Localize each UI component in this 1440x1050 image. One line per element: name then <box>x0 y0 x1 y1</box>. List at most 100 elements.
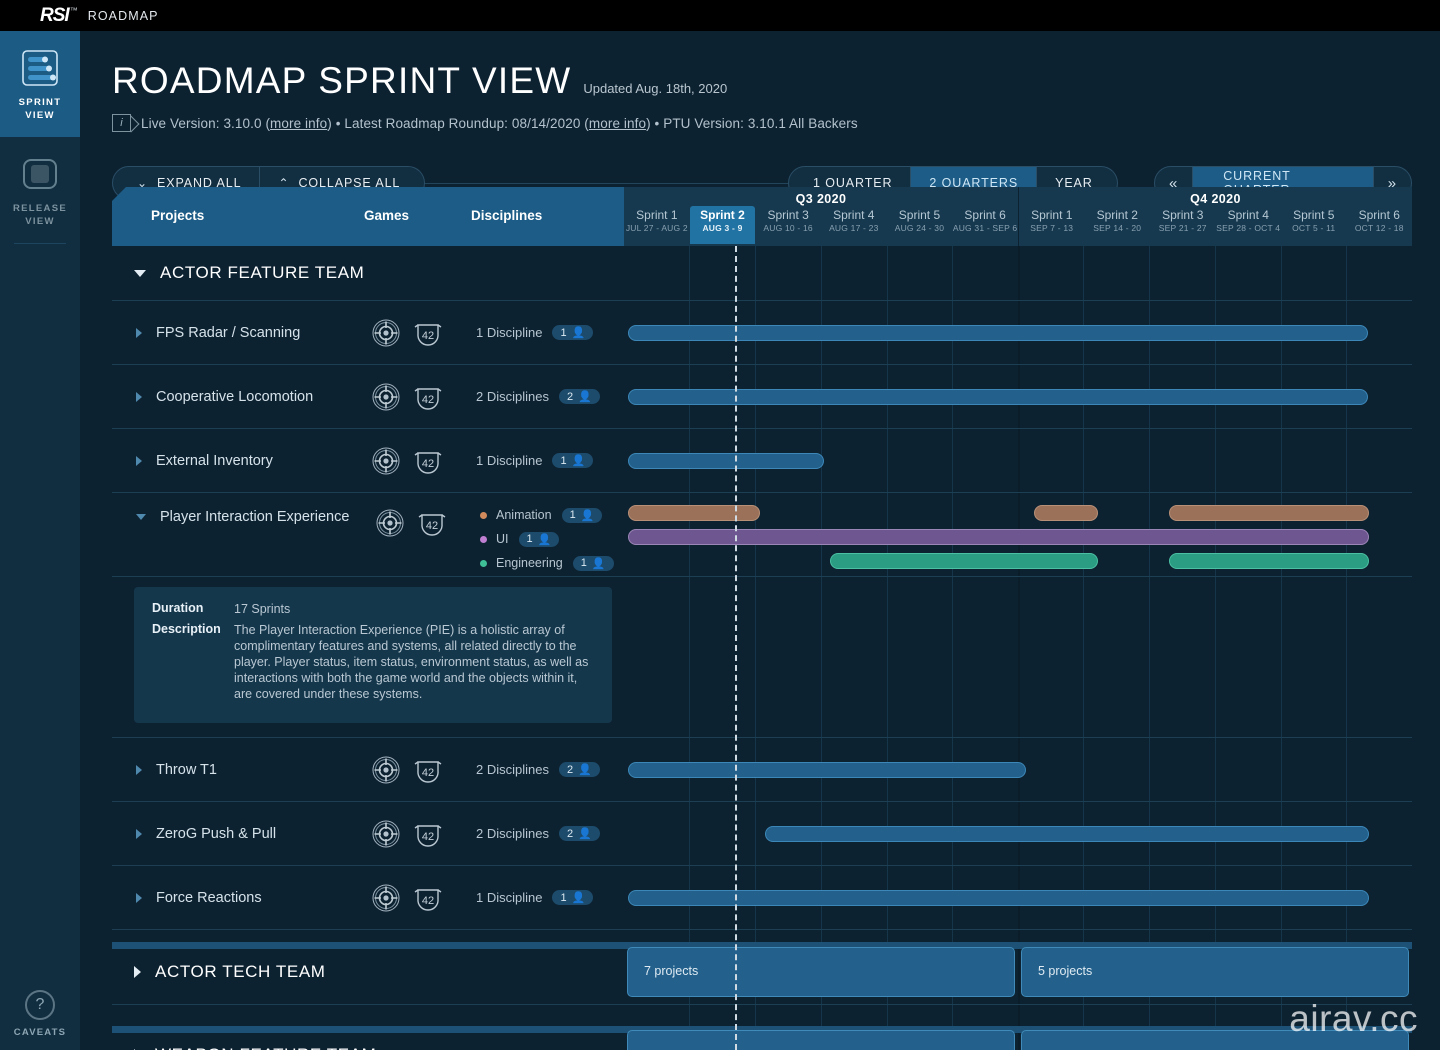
team-group-actor-tech-team[interactable]: ACTOR TECH TEAM 7 projects 5 projects <box>112 939 1412 1005</box>
rail-item-sprint-view[interactable]: SPRINT VIEW <box>0 31 80 137</box>
expand-toggle-icon[interactable] <box>136 764 142 775</box>
ptu-version-label: PTU Version: 3.10.1 All Backers <box>663 115 858 131</box>
rsi-logo[interactable]: RSI™ <box>40 5 78 27</box>
star-citizen-icon[interactable] <box>375 508 405 538</box>
expand-toggle-icon[interactable] <box>136 455 142 466</box>
sprint-cell-q3-5[interactable]: Sprint 5 AUG 24 - 30 <box>887 206 953 244</box>
sprint-dates: SEP 28 - OCT 4 <box>1216 223 1281 233</box>
expand-toggle-icon[interactable] <box>136 391 142 402</box>
gantt-bar[interactable] <box>628 890 1369 906</box>
timeline-track <box>624 429 1412 492</box>
timeline-track: 7 projects 5 projects <box>624 939 1412 1004</box>
sprint-dates: OCT 12 - 18 <box>1354 223 1404 233</box>
column-header-projects: Projects <box>151 208 205 223</box>
sprint-cell-q4-2[interactable]: Sprint 2 SEP 14 - 20 <box>1085 206 1151 244</box>
sprint-cell-q3-2[interactable]: Sprint 2 AUG 3 - 9 <box>689 206 756 244</box>
project-row-cooperative-locomotion[interactable]: Cooperative Locomotion 42 2 Disciplines … <box>112 365 1412 429</box>
sprint-cell-q3-6[interactable]: Sprint 6 AUG 31 - SEP 6 <box>952 206 1018 244</box>
sprint-cell-q3-3[interactable]: Sprint 3 AUG 10 - 16 <box>755 206 821 244</box>
discipline-count-label: 2 Disciplines <box>476 762 549 777</box>
team-size-value: 2 <box>566 827 574 840</box>
gantt-bar[interactable] <box>628 389 1368 405</box>
project-row-external-inventory[interactable]: External Inventory 42 1 Discipline 1 👤 <box>112 429 1412 493</box>
sprint-name: Sprint 2 <box>1096 208 1138 222</box>
sprint-cell-q4-1[interactable]: Sprint 1 SEP 7 - 13 <box>1019 206 1085 244</box>
sprint-cell-q4-6[interactable]: Sprint 6 OCT 12 - 18 <box>1347 206 1413 244</box>
svg-text:42: 42 <box>422 767 434 779</box>
person-icon: 👤 <box>537 533 552 546</box>
star-citizen-icon[interactable] <box>371 318 401 348</box>
table-header: Projects Games Disciplines Q3 2020 Sprin… <box>112 187 1412 246</box>
star-citizen-icon[interactable] <box>371 446 401 476</box>
version-separator-1: • <box>335 115 341 131</box>
rail-item-release-view[interactable]: RELEASE VIEW <box>0 137 80 243</box>
team-summary-bar-q4[interactable]: 5 projects <box>1021 947 1409 997</box>
gantt-bar[interactable] <box>765 826 1369 842</box>
expand-toggle-icon[interactable] <box>136 327 142 338</box>
games-cell: 42 <box>371 883 443 913</box>
discipline-row-ui: UI 1 👤 <box>480 527 614 551</box>
squadron-42-icon[interactable]: 42 <box>413 883 443 913</box>
rail-caveats-item[interactable]: ? CAVEATS <box>0 990 80 1038</box>
squadron-42-icon[interactable]: 42 <box>413 382 443 412</box>
project-row-fps-radar-scanning[interactable]: FPS Radar / Scanning 42 1 Discipline 1 👤 <box>112 301 1412 365</box>
disciplines-cell: 1 Discipline 1 👤 <box>476 453 594 468</box>
squadron-42-icon[interactable]: 42 <box>413 318 443 348</box>
project-row-player-interaction-experience[interactable]: Player Interaction Experience 42 Animati… <box>112 493 1412 577</box>
team-group-weapon-feature-team[interactable]: WEAPON FEATURE TEAM <box>112 1022 1412 1050</box>
team-group-label: ACTOR TECH TEAM <box>155 961 326 981</box>
timeline-track <box>624 301 1412 364</box>
version-info-line: i Live Version: 3.10.0 (more info) • Lat… <box>80 102 1440 132</box>
team-summary-bar-q4[interactable] <box>1021 1030 1409 1050</box>
project-row-zerog-push-and-pull[interactable]: ZeroG Push & Pull 42 2 Disciplines 2 👤 <box>112 802 1412 866</box>
page-title: ROADMAP SPRINT VIEW <box>112 60 572 101</box>
sprint-cell-q4-3[interactable]: Sprint 3 SEP 21 - 27 <box>1150 206 1216 244</box>
sprint-cell-q4-4[interactable]: Sprint 4 SEP 28 - OCT 4 <box>1216 206 1282 244</box>
project-row-throw-t1[interactable]: Throw T1 42 2 Disciplines 2 👤 <box>112 738 1412 802</box>
expand-toggle-icon[interactable] <box>136 892 142 903</box>
roundup-more-info-link[interactable]: more info <box>589 116 646 131</box>
team-group-actor-feature-team[interactable]: ACTOR FEATURE TEAM <box>112 246 1412 301</box>
star-citizen-icon[interactable] <box>371 755 401 785</box>
project-detail-panel-wrapper: Duration 17 Sprints Description The Play… <box>112 577 1412 738</box>
star-citizen-icon[interactable] <box>371 819 401 849</box>
gantt-bar[interactable] <box>628 453 824 469</box>
gantt-bar-engineering[interactable] <box>830 553 1098 569</box>
page-header: ROADMAP SPRINT VIEW Updated Aug. 18th, 2… <box>80 31 1440 132</box>
person-icon: 👤 <box>580 509 595 522</box>
star-citizen-icon[interactable] <box>371 382 401 412</box>
disciplines-cell: 1 Discipline 1 👤 <box>476 890 594 905</box>
discipline-count-label: 2 Disciplines <box>476 826 549 841</box>
gantt-bar-animation[interactable] <box>1034 505 1098 521</box>
squadron-42-icon[interactable]: 42 <box>413 755 443 785</box>
topbar-section-label[interactable]: ROADMAP <box>88 9 159 23</box>
project-name: ZeroG Push & Pull <box>156 825 277 842</box>
info-icon[interactable]: i <box>112 114 131 132</box>
gantt-bar[interactable] <box>628 325 1368 341</box>
team-summary-bar-q3[interactable]: 7 projects <box>627 947 1015 997</box>
project-row-force-reactions[interactable]: Force Reactions 42 1 Discipline 1 👤 <box>112 866 1412 930</box>
sprint-cell-q3-4[interactable]: Sprint 4 AUG 17 - 23 <box>821 206 887 244</box>
squadron-42-icon[interactable]: 42 <box>417 508 447 538</box>
team-size-value: 1 <box>560 891 567 904</box>
collapse-toggle-icon[interactable] <box>136 514 146 520</box>
star-citizen-icon[interactable] <box>371 883 401 913</box>
gantt-bar-animation[interactable] <box>628 505 760 521</box>
sprint-name: Sprint 4 <box>833 208 875 222</box>
sprint-cell-q4-5[interactable]: Sprint 5 OCT 5 - 11 <box>1281 206 1347 244</box>
sprint-cell-q3-1[interactable]: Sprint 1 JUL 27 - AUG 2 <box>624 206 690 244</box>
gantt-bar[interactable] <box>628 762 1026 778</box>
squadron-42-icon[interactable]: 42 <box>413 819 443 849</box>
gantt-bar-ui[interactable] <box>628 529 1369 545</box>
gantt-bar-engineering[interactable] <box>1169 553 1369 569</box>
project-name: FPS Radar / Scanning <box>156 324 301 341</box>
live-version-more-info-link[interactable]: more info <box>270 116 327 131</box>
team-summary-bar-q3[interactable] <box>627 1030 1015 1050</box>
expand-toggle-icon[interactable] <box>136 828 142 839</box>
squadron-42-icon[interactable]: 42 <box>413 446 443 476</box>
disciplines-cell: 2 Disciplines 2 👤 <box>476 389 600 404</box>
sprint-dates: OCT 5 - 11 <box>1292 223 1336 233</box>
quarter-title-q3: Q3 2020 <box>795 192 847 206</box>
roadmap-app: RSI™ ROADMAP SPRINT VIEW RELEASE VIEW ? … <box>0 0 1440 1050</box>
gantt-bar-animation[interactable] <box>1169 505 1369 521</box>
